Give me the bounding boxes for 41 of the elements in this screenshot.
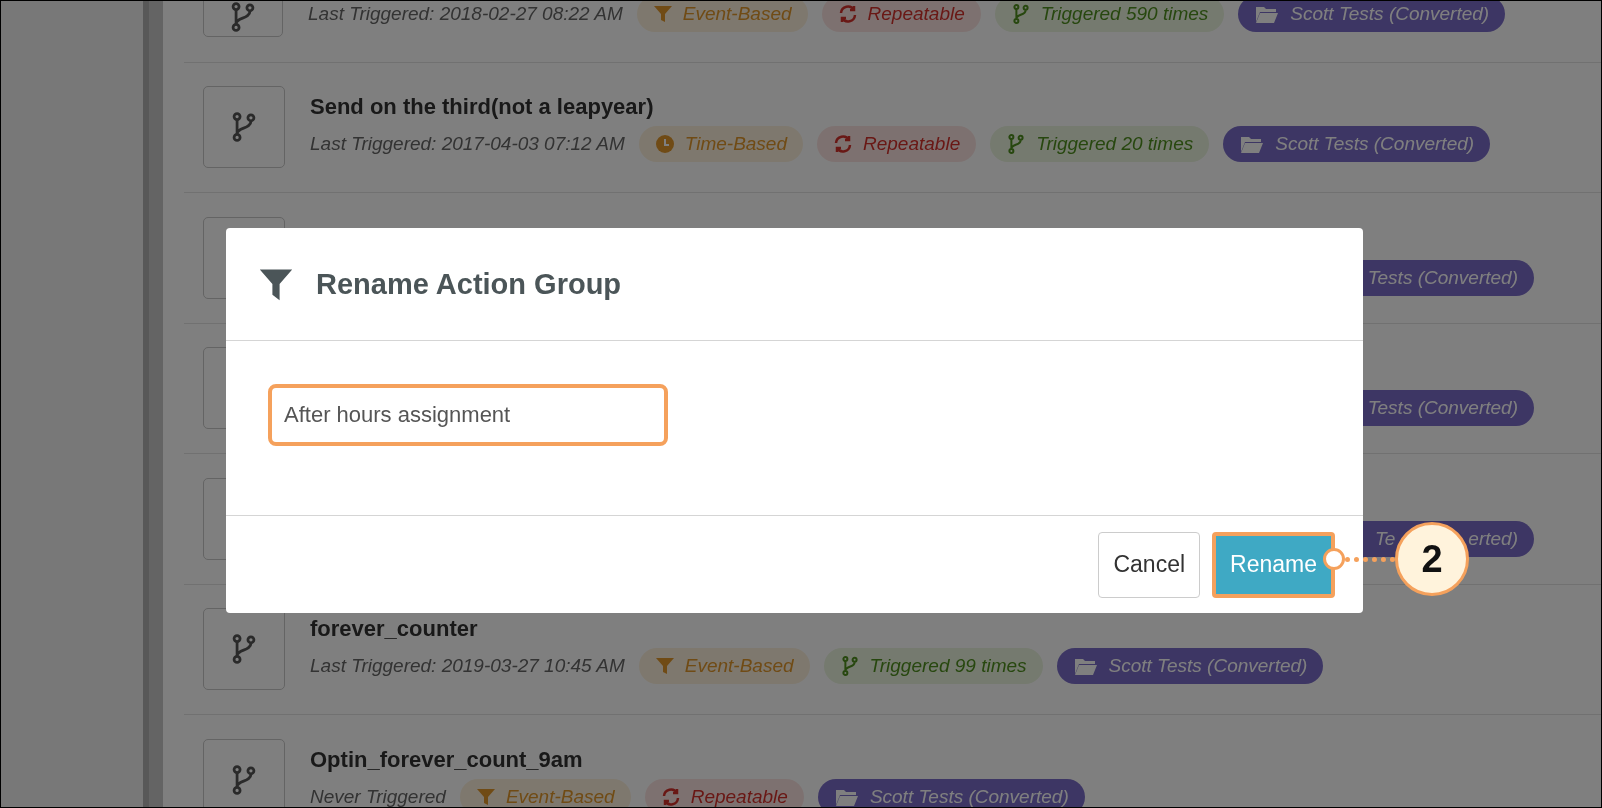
last-triggered-text: Last Triggered: 2019-03-27 10:45 AM (310, 655, 625, 678)
filter-icon (475, 786, 496, 807)
clock-icon (654, 134, 675, 155)
branch-icon (230, 634, 258, 665)
time-tag: Time-Based (638, 126, 803, 163)
filter-icon (654, 656, 675, 677)
repeat-tag: Repeatable (821, 1, 981, 32)
rename-button[interactable]: Rename (1212, 531, 1335, 598)
branch-icon (230, 764, 258, 795)
trigger-count-tag: Triggered 99 times (823, 648, 1043, 685)
repeat-icon (833, 134, 853, 155)
event-tag: Event-Based (638, 648, 810, 685)
folder-tag: Scott Tests (Converted) (1223, 126, 1491, 163)
repeat-tag: Repeatable (817, 126, 977, 163)
branch-icon (1006, 134, 1027, 155)
folder-tag: Scott Tests (Converted) (1238, 1, 1506, 32)
dialog-title: Rename Action Group (316, 267, 622, 301)
branch-icon (229, 1, 257, 32)
repeat-icon (837, 3, 858, 24)
folder-icon (1072, 656, 1099, 677)
action-group-title[interactable]: Optin_forever_count_9am (310, 746, 583, 772)
cancel-button[interactable]: Cancel (1098, 531, 1201, 598)
last-triggered-text: Last Triggered: 2017-04-03 07:12 AM (310, 133, 625, 156)
branch-icon (839, 656, 860, 677)
event-tag: Event-Based (636, 1, 808, 32)
event-tag: Event-Based (459, 778, 631, 807)
trigger-count-tag: Triggered 20 times (990, 126, 1210, 163)
repeat-tag: Repeatable (644, 778, 804, 807)
trigger-count-tag: Triggered 590 times (994, 1, 1225, 32)
filter-icon (652, 3, 673, 24)
repeat-icon (660, 786, 681, 807)
branch-icon (1010, 3, 1031, 24)
last-triggered-text: Never Triggered (310, 785, 446, 807)
action-group-title[interactable]: Send on the third(not a leapyear) (310, 94, 654, 120)
folder-tag: Scott Tests (Converted) (1056, 648, 1324, 685)
folder-tag: Scott Tests (Converted) (817, 778, 1085, 807)
name-input-field[interactable]: After hours assignment (268, 384, 668, 446)
branch-icon (230, 112, 258, 143)
last-triggered-text: Last Triggered: 2018-02-27 08:22 AM (308, 2, 623, 25)
action-group-title[interactable]: forever_counter (310, 616, 478, 642)
folder-icon (1239, 134, 1266, 155)
